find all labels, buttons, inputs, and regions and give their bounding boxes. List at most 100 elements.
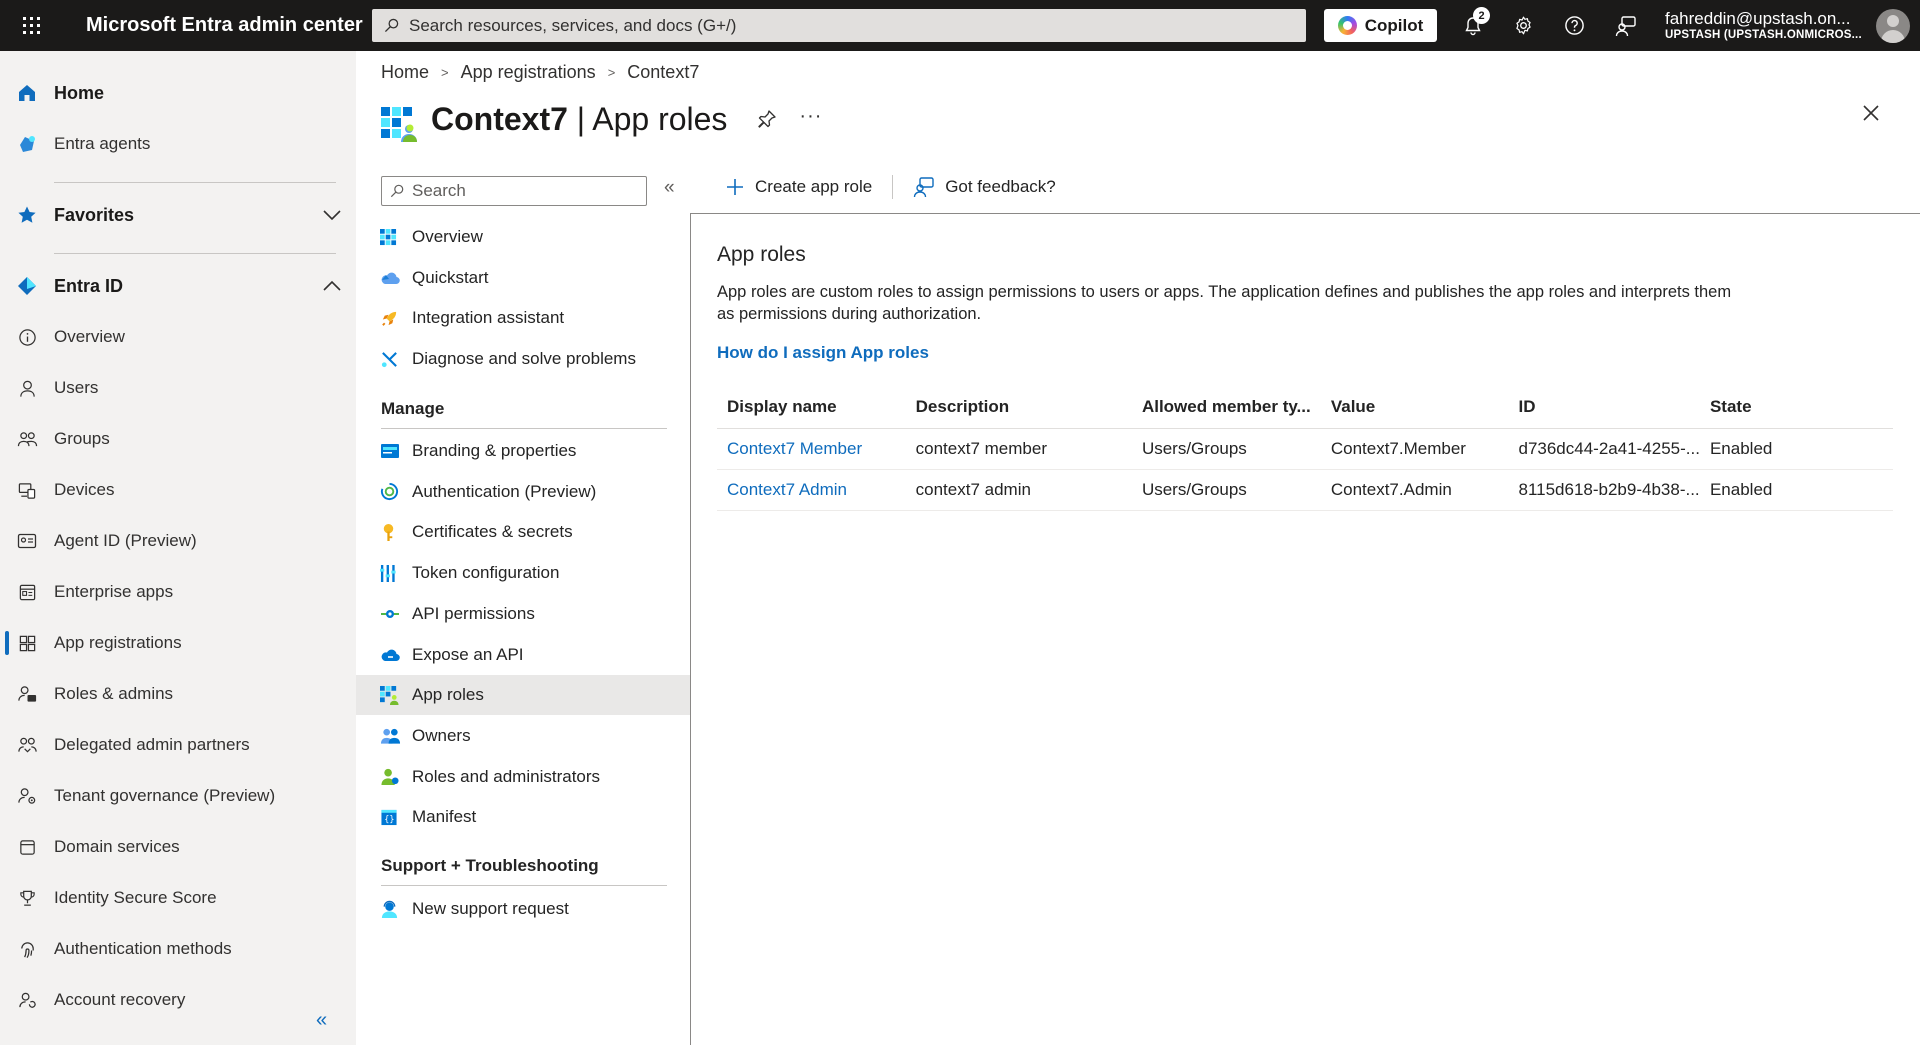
menu-item-label: New support request <box>412 899 569 918</box>
quickstart-cloud-icon <box>380 270 412 286</box>
cloud-api-icon <box>380 647 412 663</box>
nav-item-groups[interactable]: Groups <box>0 419 356 459</box>
breadcrumb-home[interactable]: Home <box>381 62 429 83</box>
help-icon <box>1565 16 1584 35</box>
entra-agents-icon <box>0 133 54 155</box>
nav-item-account-recovery[interactable]: Account recovery <box>0 980 356 1020</box>
nav-entra-agents[interactable]: Entra agents <box>0 124 356 164</box>
nav-entra-id[interactable]: Entra ID <box>0 266 356 306</box>
app-roles-page-icon <box>381 107 417 142</box>
resource-menu-search-input[interactable]: Search <box>381 176 647 206</box>
nav-item-domain-services[interactable]: Domain services <box>0 827 356 867</box>
app-launcher-icon[interactable] <box>0 0 62 51</box>
menu-item-owners[interactable]: Owners <box>356 716 690 756</box>
collapse-nav-icon[interactable]: « <box>316 1009 327 1032</box>
breadcrumb-chevron-icon: > <box>441 65 449 80</box>
nav-home[interactable]: Home <box>0 73 356 113</box>
got-feedback-button[interactable]: Got feedback? <box>913 176 1056 198</box>
feedback-button[interactable] <box>1600 0 1651 51</box>
menu-item-quickstart[interactable]: Quickstart <box>356 258 690 298</box>
svg-text:{}: {} <box>384 815 394 825</box>
menu-item-new-support-request[interactable]: New support request <box>356 889 690 929</box>
global-search-placeholder: Search resources, services, and docs (G+… <box>409 15 737 35</box>
column-header[interactable]: ID <box>1508 386 1700 429</box>
menu-item-authentication-preview[interactable]: Authentication (Preview) <box>356 472 690 512</box>
column-header[interactable]: State <box>1699 386 1893 429</box>
column-header[interactable]: Allowed member ty... <box>1131 386 1321 429</box>
avatar[interactable] <box>1875 8 1910 43</box>
menu-group-manage: Manage <box>381 399 445 418</box>
menu-item-label: Overview <box>412 227 483 246</box>
account-info[interactable]: fahreddin@upstash.on... UPSTASH (UPSTASH… <box>1665 9 1862 42</box>
token-bars-icon <box>380 564 412 583</box>
nav-item-tenant-governance-preview[interactable]: Tenant governance (Preview) <box>0 776 356 816</box>
nav-item-label: Authentication methods <box>54 939 232 958</box>
table-cell: Enabled <box>1699 469 1893 511</box>
menu-item-expose-an-api[interactable]: Expose an API <box>356 635 690 675</box>
nav-item-authentication-methods[interactable]: Authentication methods <box>0 929 356 969</box>
nav-item-enterprise-apps[interactable]: Enterprise apps <box>0 572 356 612</box>
menu-item-manifest[interactable]: {} Manifest <box>356 797 690 837</box>
notifications-button[interactable]: 2 <box>1447 0 1498 51</box>
nav-favorites[interactable]: Favorites <box>0 195 356 235</box>
table-row[interactable]: Context7 Admin context7 admin Users/Groups… <box>717 469 1893 511</box>
close-icon[interactable] <box>1862 104 1880 127</box>
global-search-input[interactable]: Search resources, services, and docs (G+… <box>372 9 1306 42</box>
nav-item-roles-admins[interactable]: Roles & admins <box>0 674 356 714</box>
nav-item-overview[interactable]: Overview <box>0 317 356 357</box>
nav-item-identity-secure-score[interactable]: Identity Secure Score <box>0 878 356 918</box>
menu-item-certificates-secrets[interactable]: Certificates & secrets <box>356 512 690 552</box>
app-title[interactable]: Microsoft Entra admin center <box>62 14 372 37</box>
create-app-role-button[interactable]: Create app role <box>725 177 872 197</box>
more-options-icon[interactable]: ··· <box>799 105 822 128</box>
help-button[interactable] <box>1549 0 1600 51</box>
overview-grid-icon <box>380 228 412 246</box>
role-display-name-link[interactable]: Context7 Admin <box>717 469 906 511</box>
menu-item-roles-and-administrators[interactable]: Roles and administrators <box>356 757 690 797</box>
nav-item-label: Tenant governance (Preview) <box>54 786 276 805</box>
menu-item-overview[interactable]: Overview <box>356 217 690 257</box>
nav-item-users[interactable]: Users <box>0 368 356 408</box>
menu-item-branding-properties[interactable]: Branding & properties <box>356 431 690 471</box>
menu-item-token-configuration[interactable]: Token configuration <box>356 553 690 593</box>
column-header[interactable]: Description <box>905 386 1132 429</box>
breadcrumb-app-registrations[interactable]: App registrations <box>461 62 596 83</box>
copilot-button[interactable]: Copilot <box>1324 9 1437 42</box>
nav-item-label: Overview <box>54 327 125 346</box>
menu-item-app-roles[interactable]: App roles <box>356 675 690 716</box>
nav-item-label: Groups <box>54 429 110 448</box>
home-icon <box>0 82 54 104</box>
menu-item-label: Integration assistant <box>412 308 565 328</box>
nav-item-label: Enterprise apps <box>54 582 174 601</box>
nav-item-app-registrations[interactable]: App registrations <box>0 623 356 663</box>
recovery-icon <box>0 991 54 1010</box>
menu-item-label: Roles and administrators <box>412 766 601 786</box>
nav-divider <box>54 253 336 254</box>
role-display-name-link[interactable]: Context7 Member <box>717 428 906 470</box>
breadcrumb-context7[interactable]: Context7 <box>627 62 699 83</box>
chevron-down-icon[interactable] <box>322 206 342 227</box>
groups-icon <box>0 430 54 449</box>
menu-item-integration-assistant[interactable]: Integration assistant <box>356 298 690 338</box>
menu-item-label: Branding & properties <box>412 441 577 460</box>
app-registrations-icon <box>0 634 54 653</box>
chevron-up-icon[interactable] <box>322 277 342 298</box>
column-header[interactable]: Value <box>1320 386 1509 429</box>
nav-divider <box>54 182 336 183</box>
pin-icon[interactable] <box>757 109 777 134</box>
nav-item-delegated-admin-partners[interactable]: Delegated admin partners <box>0 725 356 765</box>
nav-item-label: Agent ID (Preview) <box>54 531 197 550</box>
menu-item-api-permissions[interactable]: API permissions <box>356 594 690 634</box>
table-cell: Users/Groups <box>1131 428 1321 470</box>
table-cell: 8115d618-b2b9-4b38-... <box>1508 469 1700 511</box>
menu-divider <box>381 885 667 886</box>
nav-item-agent-id-preview[interactable]: Agent ID (Preview) <box>0 521 356 561</box>
table-row[interactable]: Context7 Member context7 member Users/Grou… <box>717 428 1893 470</box>
settings-button[interactable] <box>1498 0 1549 51</box>
nav-entra-agents-label: Entra agents <box>54 134 151 153</box>
help-link[interactable]: How do I assign App roles <box>717 343 929 363</box>
collapse-menu-icon[interactable]: « <box>664 177 675 199</box>
column-header[interactable]: Display name <box>717 386 906 429</box>
menu-item-diagnose-and-solve-problems[interactable]: Diagnose and solve problems <box>356 339 690 379</box>
nav-item-devices[interactable]: Devices <box>0 470 356 510</box>
